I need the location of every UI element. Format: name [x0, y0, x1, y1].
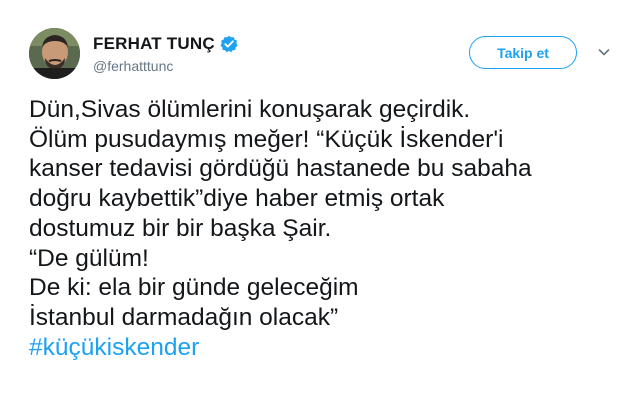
tweet-line: dostumuz bir bir başka Şair.	[29, 214, 332, 242]
display-name[interactable]: FERHAT TUNÇ	[93, 34, 215, 54]
tweet-line: “De gülüm!	[29, 244, 149, 272]
follow-button[interactable]: Takip et	[469, 36, 577, 69]
tweet-text: Dün,Sivas ölümlerini konuşarak geçirdik.…	[29, 95, 629, 362]
chevron-down-icon[interactable]	[596, 44, 612, 60]
avatar-photo	[29, 28, 80, 79]
tweet-line: kanser tedavisi gördüğü hastanede bu sab…	[29, 155, 532, 183]
tweet-line: De ki: ela bir günde geleceğim	[29, 274, 359, 302]
tweet-line: İstanbul darmadağın olacak”	[29, 303, 339, 331]
hashtag-link[interactable]: #küçükiskender	[29, 333, 629, 363]
tweet-line: doğru kaybettik”diye haber etmiş ortak	[29, 185, 445, 213]
tweet-line: Ölüm pusudaymış meğer! “Küçük İskender'i	[29, 125, 504, 153]
user-handle[interactable]: @ferhatttunc	[93, 58, 238, 74]
user-info: FERHAT TUNÇ @ferhatttunc	[93, 33, 238, 74]
tweet-card: FERHAT TUNÇ @ferhatttunc Takip et Dün,Si…	[0, 0, 640, 402]
verified-badge-icon	[220, 35, 238, 53]
avatar[interactable]	[29, 28, 80, 79]
tweet-line: Dün,Sivas ölümlerini konuşarak geçirdik.	[29, 96, 471, 123]
